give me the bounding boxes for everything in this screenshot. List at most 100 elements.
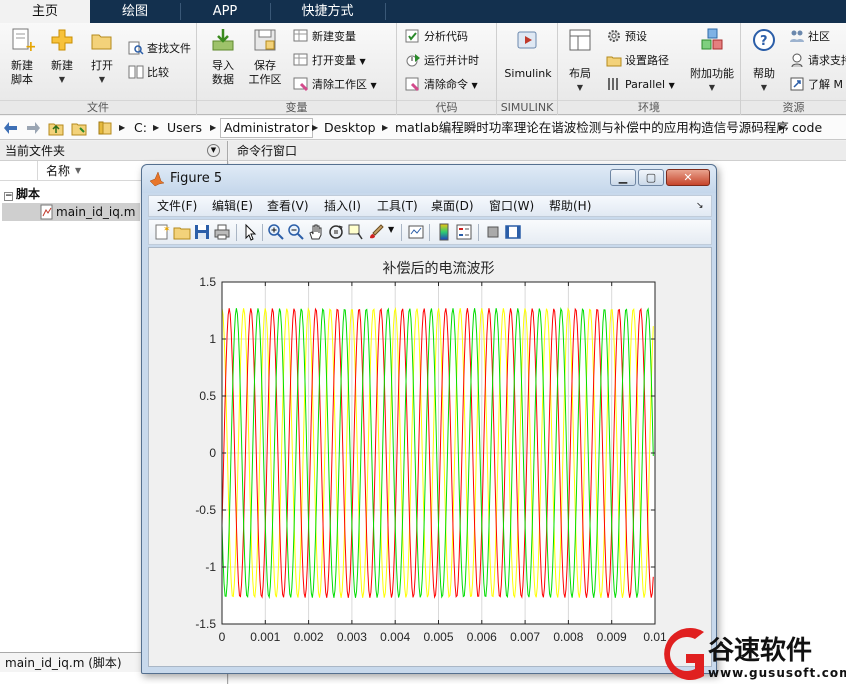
plot-chart[interactable]: 0 0.001 0.002 0.003 0.004 0.005 0.006 0.007 0.00… [149,248,711,666]
community-icon [790,30,804,42]
tab-shortcuts[interactable]: 快捷方式 [270,0,385,23]
back-arrow-icon[interactable] [3,120,19,136]
find-files-button[interactable]: 查找文件 [128,39,191,59]
learn-matlab-icon [790,77,804,91]
figure-window: Figure 5 ▁ ▢ ✕ 文件(F) 编辑(E) 查看(V) 插入(I) 工… [141,164,717,674]
layout-button[interactable]: 布局 ▼ [562,27,598,95]
link-plot-icon[interactable] [407,223,425,241]
open-variable-button[interactable]: 打开变量 ▼ [293,51,366,71]
y-tick-label: -0.5 [195,503,216,517]
ribbon-group-code: 分析代码 运行并计时 清除命令 ▼ 代码 [397,23,497,115]
new-variable-button[interactable]: 新建变量 [293,27,356,47]
preferences-button[interactable]: 预设 [606,27,647,47]
zoom-in-icon[interactable] [267,223,285,241]
clear-commands-button[interactable]: 清除命令 ▼ [405,75,478,95]
menu-edit[interactable]: 编辑(E) [212,196,253,216]
path-segment-users[interactable]: Users [167,116,202,140]
simulink-button[interactable]: Simulink [501,27,555,81]
help-button[interactable]: ? 帮助 ▼ [747,27,781,95]
menu-window[interactable]: 窗口(W) [489,196,534,216]
menu-dock-arrow-icon[interactable]: ↘ [696,196,704,216]
pan-icon[interactable] [307,223,325,241]
save-workspace-icon [254,29,276,51]
import-data-icon [212,29,234,51]
path-segment-administrator[interactable]: Administrator [220,118,314,138]
pointer-icon[interactable] [241,223,259,241]
column-name-header[interactable]: 名称 [46,161,70,181]
rotate-3d-icon[interactable] [327,223,345,241]
analyze-code-button[interactable]: 分析代码 [405,27,468,47]
zoom-out-icon[interactable] [287,223,305,241]
menu-desktop[interactable]: 桌面(D) [431,196,474,216]
browse-folder-icon[interactable] [71,120,87,136]
path-segment-project[interactable]: matlab编程瞬时功率理论在谐波检测与补偿中的应用构造信号源码程序 [395,116,789,140]
path-separator-icon: ▶ [153,123,160,132]
group-label-resources: 资源 [741,100,846,114]
close-button[interactable]: ✕ [666,169,710,186]
addons-button[interactable]: 附加功能 ▼ [688,27,736,95]
column-divider [37,161,38,181]
import-data-button[interactable]: 导入 数据 [205,27,241,87]
data-cursor-icon[interactable] [347,223,365,241]
y-tick-label: -1.5 [195,617,216,631]
open-button[interactable]: 打开 ▼ [84,27,120,87]
save-workspace-button[interactable]: 保存 工作区 [245,27,285,87]
path-segment-drive[interactable]: C: [134,116,147,140]
legend-icon[interactable] [455,223,473,241]
path-segment-code[interactable]: code [792,116,822,140]
forward-arrow-icon[interactable] [25,120,41,136]
new-button[interactable]: 新建 ▼ [44,27,80,87]
brush-icon[interactable] [367,223,385,241]
save-icon[interactable] [193,223,211,241]
clear-commands-icon [405,77,420,92]
colorbar-icon[interactable] [435,223,453,241]
clear-workspace-icon [293,77,309,92]
menu-view[interactable]: 查看(V) [267,196,309,216]
ribbon-toolstrip: + 新建 脚本 新建 ▼ 打开 ▼ 查找文件 比较 文件 导入 数据 保存 工作… [0,23,846,115]
parallel-button[interactable]: Parallel ▼ [606,75,675,95]
new-figure-icon[interactable]: ✶ [153,223,171,241]
run-and-time-icon [406,54,420,67]
menu-help[interactable]: 帮助(H) [549,196,591,216]
up-folder-icon[interactable] [48,120,64,136]
address-bar: ▶ C: ▶ Users ▶ Administrator ▶ Desktop ▶… [0,116,846,140]
hide-plot-tools-icon[interactable] [484,223,502,241]
panel-actions-icon[interactable]: ▼ [207,144,220,157]
open-variable-icon [293,53,308,66]
open-file-icon[interactable] [173,223,191,241]
help-label: 帮助 [753,67,775,80]
path-segment-desktop[interactable]: Desktop [324,116,376,140]
clear-workspace-button[interactable]: 清除工作区 ▼ [293,75,377,95]
toolbar-divider [429,224,430,241]
figure-title-bar[interactable]: Figure 5 ▁ ▢ ✕ [142,165,716,193]
menu-file[interactable]: 文件(F) [157,196,197,216]
set-path-label: 设置路径 [625,54,669,67]
chevron-down-icon[interactable]: ▼ [388,225,394,234]
learn-matlab-button[interactable]: 了解 M [789,75,843,95]
request-support-button[interactable]: 请求支持 [789,51,846,71]
figure-canvas[interactable]: 0 0.001 0.002 0.003 0.004 0.005 0.006 0.007 0.00… [148,247,712,667]
compare-button[interactable]: 比较 [128,63,169,83]
file-row-main-id-iq[interactable]: main_id_iq.m [2,203,140,221]
menu-insert[interactable]: 插入(I) [324,196,361,216]
tab-apps[interactable]: APP [180,0,270,23]
menu-tools[interactable]: 工具(T) [377,196,418,216]
new-script-button[interactable]: + 新建 脚本 [4,27,40,87]
collapse-icon[interactable]: − [4,192,13,201]
new-script-icon: + [12,28,37,55]
print-icon[interactable] [213,223,231,241]
run-and-time-button[interactable]: 运行并计时 [405,51,479,71]
maximize-button[interactable]: ▢ [638,169,664,186]
community-button[interactable]: 社区 [789,27,830,47]
help-icon: ? [753,29,775,51]
minimize-button[interactable]: ▁ [610,169,636,186]
tab-plots[interactable]: 绘图 [90,0,180,23]
show-plot-tools-icon[interactable] [504,223,522,241]
path-separator-icon: ▶ [119,123,126,132]
file-group-scripts[interactable]: − 脚本 [4,185,40,202]
open-variable-label: 打开变量 [312,54,356,67]
addons-label: 附加功能 [690,67,734,80]
set-path-button[interactable]: 设置路径 [606,51,669,71]
sort-arrow-icon: ▼ [75,166,82,175]
tab-home[interactable]: 主页 [0,0,90,23]
